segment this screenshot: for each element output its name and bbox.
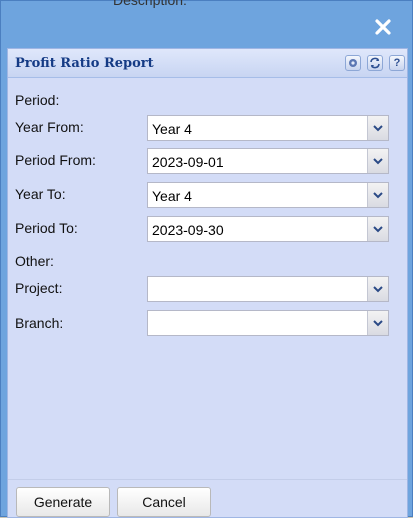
footer-divider — [8, 479, 407, 480]
year-from-label: Year From: — [15, 119, 84, 135]
chevron-down-icon[interactable] — [367, 116, 388, 140]
period-to-label: Period To: — [15, 220, 78, 236]
branch-select[interactable] — [147, 310, 389, 336]
close-icon[interactable] — [374, 18, 392, 36]
period-to-value: 2023-09-30 — [152, 222, 224, 238]
period-section-label: Period: — [15, 92, 60, 108]
chevron-down-icon[interactable] — [367, 149, 388, 173]
period-from-select[interactable]: 2023-09-01 — [147, 148, 389, 174]
refresh-icon[interactable] — [367, 55, 383, 71]
period-from-value: 2023-09-01 — [152, 154, 224, 170]
period-to-select[interactable]: 2023-09-30 — [147, 216, 389, 242]
gear-icon[interactable] — [345, 55, 361, 71]
report-panel: Profit Ratio Report ? Period: Year From:… — [7, 48, 408, 518]
chevron-down-icon[interactable] — [367, 217, 388, 241]
year-from-select[interactable]: Year 4 — [147, 115, 389, 141]
help-icon[interactable]: ? — [389, 55, 405, 71]
background-description-label: Description: — [113, 0, 187, 8]
panel-title: Profit Ratio Report — [15, 56, 154, 71]
chevron-down-icon[interactable] — [367, 311, 388, 335]
cancel-button[interactable]: Cancel — [117, 487, 211, 517]
project-select[interactable] — [147, 276, 389, 302]
period-from-label: Period From: — [15, 152, 96, 168]
year-from-value: Year 4 — [152, 121, 192, 137]
other-section-label: Other: — [15, 253, 54, 269]
year-to-label: Year To: — [15, 186, 66, 202]
branch-label: Branch: — [15, 315, 64, 331]
chevron-down-icon[interactable] — [367, 277, 388, 301]
panel-header: Profit Ratio Report ? — [8, 49, 407, 78]
year-to-value: Year 4 — [152, 188, 192, 204]
project-label: Project: — [15, 280, 63, 296]
year-to-select[interactable]: Year 4 — [147, 182, 389, 208]
generate-button[interactable]: Generate — [16, 487, 110, 517]
dialog-window: Description: Profit Ratio Report ? Perio… — [0, 0, 413, 518]
chevron-down-icon[interactable] — [367, 183, 388, 207]
